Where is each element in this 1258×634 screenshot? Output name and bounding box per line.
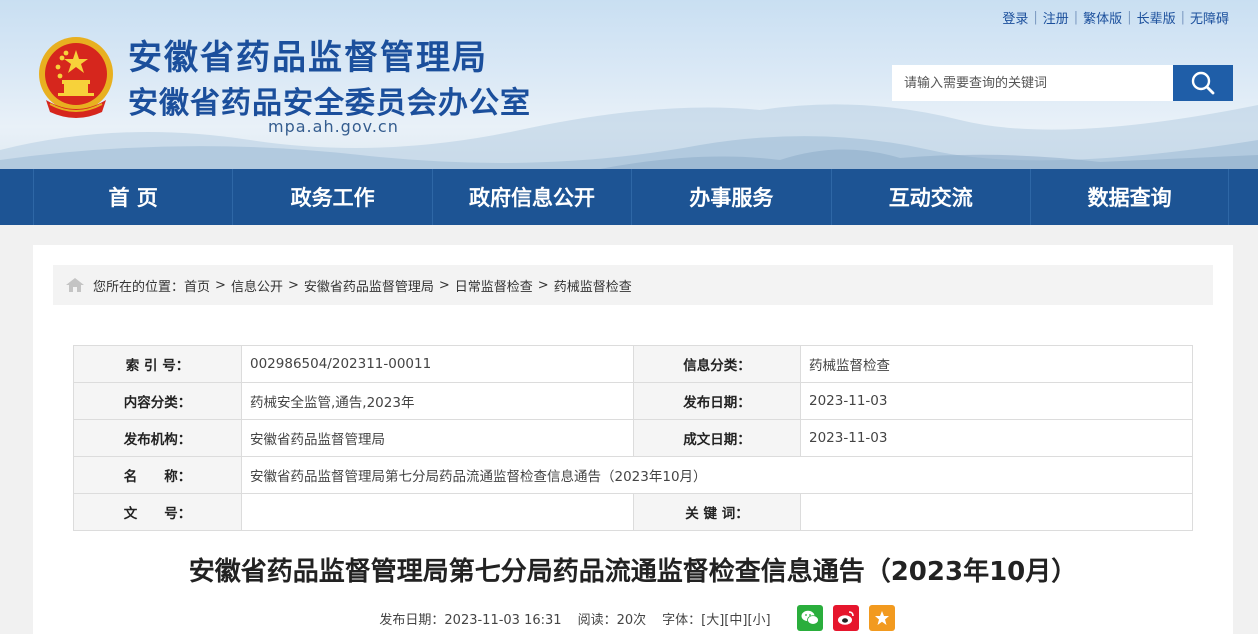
index-no-label: 索 引 号： bbox=[73, 345, 242, 383]
document-date-label: 成文日期： bbox=[633, 419, 801, 457]
site-domain: mpa.ah.gov.cn bbox=[268, 117, 399, 136]
nav-item-data-query[interactable]: 数据查询 bbox=[1029, 169, 1230, 225]
content-category-label: 内容分类： bbox=[73, 382, 242, 420]
publisher-label: 发布机构： bbox=[73, 419, 242, 457]
login-link[interactable]: 登录 bbox=[997, 8, 1033, 27]
document-no-label: 文 号： bbox=[73, 493, 242, 531]
breadcrumb-prefix: 您所在的位置： bbox=[93, 279, 185, 295]
keywords-label: 关 键 词： bbox=[633, 493, 801, 531]
register-link[interactable]: 注册 bbox=[1038, 8, 1074, 27]
breadcrumb-separator: > bbox=[215, 277, 226, 293]
accessibility-link[interactable]: 无障碍 bbox=[1185, 8, 1234, 27]
table-row: 文 号： 关 键 词： bbox=[73, 493, 1193, 531]
traditional-chinese-link[interactable]: 繁体版 bbox=[1078, 8, 1127, 27]
document-meta-table: 索 引 号： 002986504/202311-00011 信息分类： 药械监督… bbox=[73, 345, 1193, 531]
font-size-label: 字体： bbox=[662, 612, 702, 628]
breadcrumb-bureau[interactable]: 安徽省药品监督管理局 bbox=[304, 276, 434, 295]
publish-date-label: 发布日期： bbox=[633, 382, 801, 420]
info-category-value: 药械监督检查 bbox=[800, 345, 1193, 383]
breadcrumb-drug-device-inspection[interactable]: 药械监督检查 bbox=[554, 276, 632, 295]
keywords-value bbox=[800, 493, 1193, 531]
font-large-button[interactable]: [大] bbox=[701, 613, 724, 628]
site-title-sub: 安徽省药品安全委员会办公室 bbox=[128, 86, 531, 121]
read-count: 阅读：20次 bbox=[577, 612, 647, 628]
search-button[interactable] bbox=[1173, 65, 1233, 101]
search-input[interactable] bbox=[892, 65, 1173, 101]
info-category-label: 信息分类： bbox=[633, 345, 801, 383]
nav-item-government-affairs[interactable]: 政务工作 bbox=[232, 169, 431, 225]
nav-item-services[interactable]: 办事服务 bbox=[631, 169, 830, 225]
weibo-icon[interactable] bbox=[832, 605, 859, 631]
breadcrumb-separator: > bbox=[438, 277, 450, 293]
table-row: 索 引 号： 002986504/202311-00011 信息分类： 药械监督… bbox=[73, 345, 1193, 383]
font-small-button[interactable]: [小] bbox=[747, 613, 770, 628]
breadcrumb-separator: > bbox=[287, 277, 299, 293]
document-date-value: 2023-11-03 bbox=[800, 419, 1193, 457]
national-emblem-icon bbox=[39, 37, 113, 118]
table-row: 内容分类： 药械安全监管,通告,2023年 发布日期： 2023-11-03 bbox=[73, 382, 1193, 420]
document-no-value bbox=[241, 493, 634, 531]
site-title-main: 安徽省药品监督管理局 bbox=[128, 38, 488, 78]
weibo-glyph bbox=[837, 611, 854, 625]
favorite-icon[interactable] bbox=[868, 605, 895, 631]
breadcrumb-home[interactable]: 首页 bbox=[184, 276, 210, 295]
elder-version-link[interactable]: 长辈版 bbox=[1132, 8, 1181, 27]
nav-item-info-disclosure[interactable]: 政府信息公开 bbox=[431, 169, 631, 225]
wechat-icon[interactable] bbox=[796, 605, 823, 631]
name-label: 名 称： bbox=[73, 456, 242, 494]
font-size-controls: 字体：[大][中][小] bbox=[662, 609, 770, 628]
publisher-value: 安徽省药品监督管理局 bbox=[241, 419, 634, 457]
breadcrumb-separator: > bbox=[537, 277, 549, 293]
share-buttons bbox=[787, 605, 895, 631]
font-medium-button[interactable]: [中] bbox=[724, 613, 747, 628]
table-row: 发布机构： 安徽省药品监督管理局 成文日期： 2023-11-03 bbox=[73, 419, 1193, 457]
publish-time: 发布日期：2023-11-03 16:31 bbox=[379, 612, 562, 628]
breadcrumb-routine-inspection[interactable]: 日常监督检查 bbox=[455, 276, 533, 295]
main-nav: 首 页 政务工作 政府信息公开 办事服务 互动交流 数据查询 bbox=[0, 169, 1258, 225]
table-row: 名 称： 安徽省药品监督管理局第七分局药品流通监督检查信息通告（2023年10月… bbox=[73, 456, 1193, 494]
site-header: 安徽省药品监督管理局 安徽省药品安全委员会办公室 mpa.ah.gov.cn 登… bbox=[0, 0, 1258, 169]
search-box bbox=[892, 65, 1233, 101]
nav-item-home[interactable]: 首 页 bbox=[33, 169, 232, 225]
wechat-glyph bbox=[801, 610, 819, 625]
top-links: 登录 | 注册 | 繁体版 | 长辈版 | 无障碍 bbox=[997, 8, 1234, 27]
home-icon bbox=[66, 278, 84, 292]
publish-date-value: 2023-11-03 bbox=[800, 382, 1193, 420]
search-icon bbox=[1191, 71, 1215, 95]
breadcrumb: 您所在的位置： 首页 > 信息公开 > 安徽省药品监督管理局 > 日常监督检查 … bbox=[53, 265, 1213, 305]
article-info-bar: 发布日期：2023-11-03 16:31 阅读：20次 字体：[大][中][小… bbox=[33, 605, 1233, 631]
breadcrumb-info-disclosure[interactable]: 信息公开 bbox=[231, 276, 283, 295]
article-title: 安徽省药品监督管理局第七分局药品流通监督检查信息通告（2023年10月） bbox=[188, 557, 1078, 587]
star-glyph bbox=[874, 611, 889, 625]
content-category-value: 药械安全监管,通告,2023年 bbox=[241, 382, 634, 420]
name-value: 安徽省药品监督管理局第七分局药品流通监督检查信息通告（2023年10月） bbox=[241, 456, 1193, 494]
main-content: 您所在的位置： 首页 > 信息公开 > 安徽省药品监督管理局 > 日常监督检查 … bbox=[33, 245, 1233, 634]
index-no-value: 002986504/202311-00011 bbox=[241, 345, 634, 383]
nav-item-interaction[interactable]: 互动交流 bbox=[830, 169, 1030, 225]
